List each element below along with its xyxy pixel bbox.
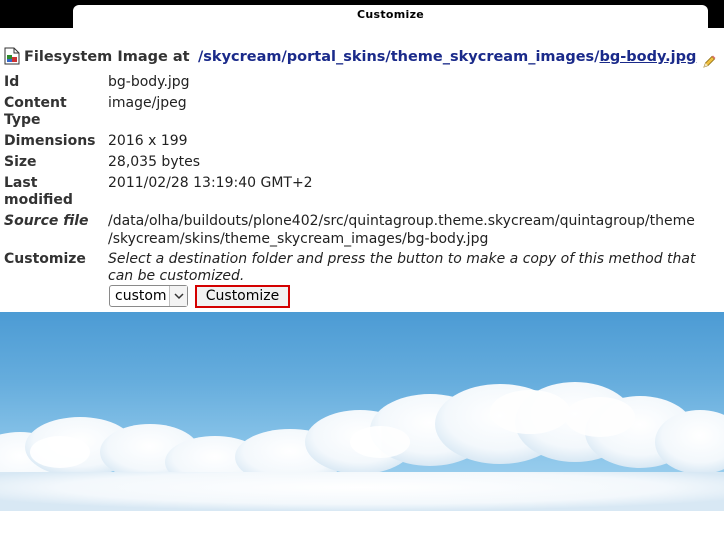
source-file-line1: /data/olha/buildouts/plone402/src/quinta… — [108, 213, 695, 229]
breadcrumb: /skycream/portal_skins/theme_skycream_im… — [198, 49, 696, 65]
last-modified-label-line1: Last — [4, 175, 38, 191]
title-label: Filesystem Image at — [24, 49, 190, 65]
destination-folder-select[interactable]: custom — [109, 285, 188, 307]
breadcrumb-portal-skins[interactable]: /portal_skins — [282, 49, 386, 65]
dimensions-value: 2016 x 199 — [108, 133, 188, 149]
dimensions-label: Dimensions — [4, 133, 96, 149]
customize-button[interactable]: Customize — [195, 285, 290, 308]
source-file-line2: /skycream/skins/theme_skycream_images/bg… — [108, 231, 489, 247]
content-type-label-line2: Type — [4, 112, 41, 128]
id-label: Id — [4, 74, 20, 90]
top-bar: Customize — [0, 0, 724, 28]
size-label: Size — [4, 154, 37, 170]
last-modified-value: 2011/02/28 13:19:40 GMT+2 — [108, 175, 313, 191]
content-type-label-line1: Content — [4, 95, 67, 111]
size-value: 28,035 bytes — [108, 154, 201, 170]
breadcrumb-theme-skycream-images[interactable]: /theme_skycream_images — [385, 49, 594, 65]
content-type-value: image/jpeg — [108, 95, 187, 111]
chevron-down-icon — [174, 293, 184, 300]
customize-label: Customize — [4, 251, 86, 267]
image-preview — [0, 312, 724, 511]
source-file-label: Source file — [4, 213, 89, 229]
breadcrumb-skycream[interactable]: /skycream — [198, 49, 282, 65]
destination-folder-value: custom — [115, 288, 167, 304]
dropdown-arrow — [169, 286, 187, 306]
id-value: bg-body.jpg — [108, 74, 190, 90]
breadcrumb-bg-body[interactable]: bg-body.jpg — [599, 49, 696, 65]
pencil-icon[interactable] — [702, 55, 716, 69]
image-file-icon — [4, 47, 20, 65]
last-modified-label-line2: modified — [4, 192, 73, 208]
customize-description: Select a destination folder and press th… — [108, 251, 696, 284]
window-title-tab: Customize — [73, 5, 708, 28]
clouds-graphic — [0, 382, 724, 511]
